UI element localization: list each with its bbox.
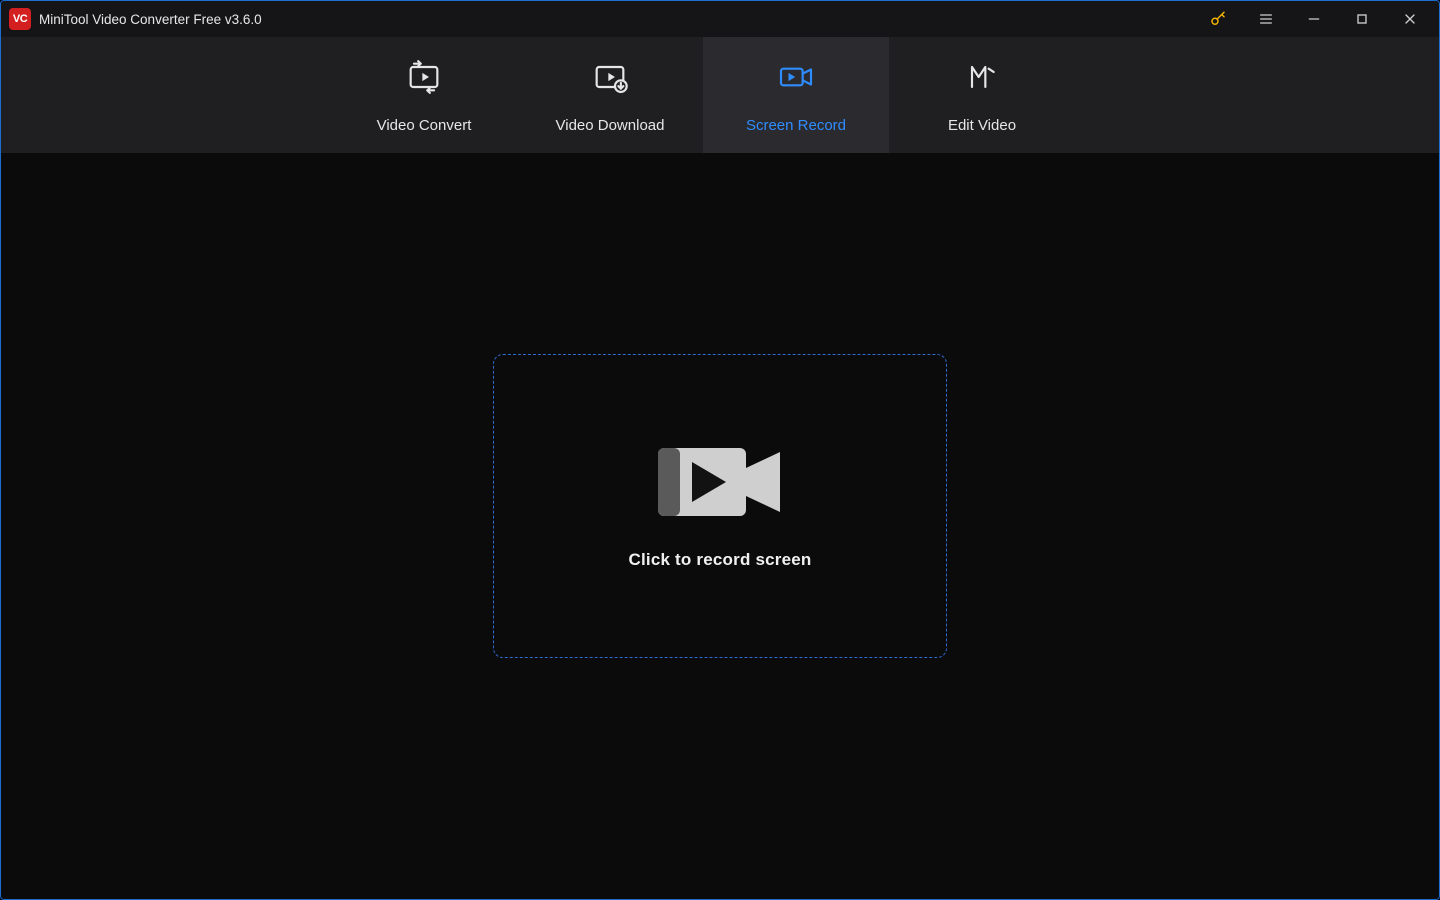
tab-label: Video Convert [377, 117, 472, 134]
maximize-icon [1354, 11, 1370, 27]
titlebar: VC MiniTool Video Converter Free v3.6.0 [1, 1, 1439, 37]
tabs-container: Video Convert Video Download [331, 37, 1075, 153]
tab-label: Edit Video [948, 117, 1016, 134]
tab-label: Video Download [556, 117, 665, 134]
record-icon [776, 57, 816, 97]
tab-screen-record[interactable]: Screen Record [703, 37, 889, 153]
main-tabstrip: Video Convert Video Download [1, 37, 1439, 153]
close-icon [1402, 11, 1418, 27]
hamburger-menu-button[interactable] [1243, 3, 1289, 35]
tab-label: Screen Record [746, 117, 846, 134]
tab-edit-video[interactable]: Edit Video [889, 37, 1075, 153]
edit-icon [962, 57, 1002, 97]
upgrade-key-button[interactable] [1195, 3, 1241, 35]
convert-icon [404, 57, 444, 97]
close-button[interactable] [1387, 3, 1433, 35]
titlebar-left: VC MiniTool Video Converter Free v3.6.0 [9, 8, 262, 30]
tab-video-convert[interactable]: Video Convert [331, 37, 517, 153]
minimize-icon [1306, 11, 1322, 27]
tabstrip-spacer [1, 37, 331, 153]
app-window: VC MiniTool Video Converter Free v3.6.0 [0, 0, 1440, 900]
camcorder-icon [656, 442, 784, 522]
hamburger-icon [1258, 11, 1274, 27]
main-content: Click to record screen [1, 153, 1439, 899]
tab-video-download[interactable]: Video Download [517, 37, 703, 153]
record-screen-button[interactable]: Click to record screen [493, 354, 947, 658]
key-icon [1209, 10, 1227, 28]
app-logo-icon: VC [9, 8, 31, 30]
window-title: MiniTool Video Converter Free v3.6.0 [39, 12, 262, 27]
maximize-button[interactable] [1339, 3, 1385, 35]
titlebar-right [1195, 3, 1433, 35]
download-icon [590, 57, 630, 97]
minimize-button[interactable] [1291, 3, 1337, 35]
record-prompt-label: Click to record screen [629, 550, 812, 570]
